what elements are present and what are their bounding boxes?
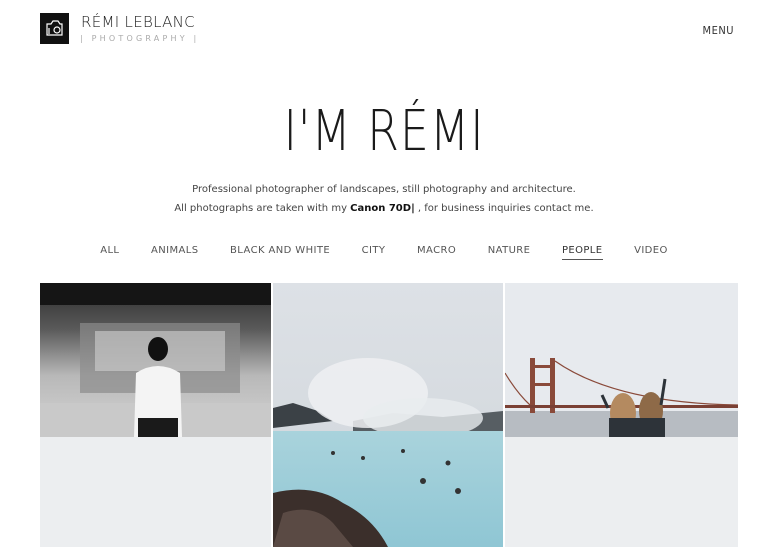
page-title: I'M RÉMI — [283, 99, 485, 164]
camera-model: Canon 70D| — [350, 203, 415, 214]
site-header: RÉMI LEBLANC | PHOTOGRAPHY | MENU — [40, 13, 736, 47]
menu-button[interactable]: MENU — [703, 24, 734, 37]
gallery-placeholder — [505, 437, 738, 547]
filter-black-and-white[interactable]: BLACK AND WHITE — [230, 245, 330, 259]
photo-gallery — [40, 283, 738, 547]
camera-logo-icon[interactable] — [40, 13, 69, 44]
brand-name[interactable]: RÉMI LEBLANC — [81, 13, 195, 31]
filter-nature[interactable]: NATURE — [488, 245, 531, 259]
intro-line-1: Professional photographer of landscapes,… — [192, 184, 576, 195]
filter-animals[interactable]: ANIMALS — [151, 245, 198, 259]
filter-macro[interactable]: MACRO — [417, 245, 456, 259]
intro-line-2: All photographs are taken with my Canon … — [0, 199, 768, 218]
gallery-photo-golden-gate[interactable] — [505, 283, 738, 437]
gallery-placeholder — [40, 437, 271, 547]
filter-all[interactable]: ALL — [100, 245, 119, 259]
filter-people[interactable]: PEOPLE — [561, 245, 603, 260]
filter-city[interactable]: CITY — [362, 245, 386, 259]
intro-text: Professional photographer of landscapes,… — [0, 180, 768, 218]
intro-line-2-start: All photographs are taken with my — [174, 203, 351, 214]
intro-line-2-end: , for business inquiries contact me. — [414, 203, 594, 214]
filter-video[interactable]: VIDEO — [634, 245, 668, 259]
gallery-photo-subway[interactable] — [40, 283, 271, 437]
brand-tagline: | PHOTOGRAPHY | — [80, 34, 200, 43]
category-filter-bar: ALL ANIMALS BLACK AND WHITE CITY MACRO N… — [0, 245, 768, 260]
gallery-photo-blue-lagoon[interactable] — [273, 283, 503, 547]
